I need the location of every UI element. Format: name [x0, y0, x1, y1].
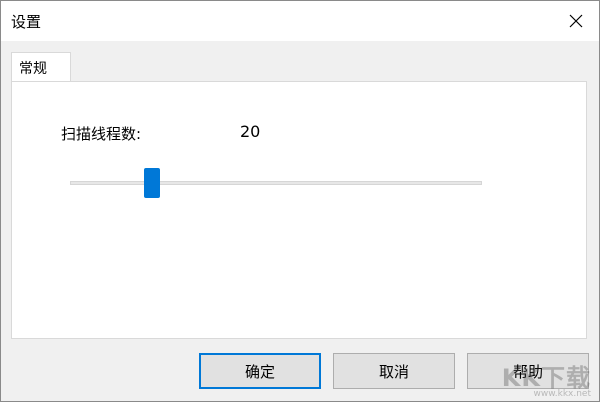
- tab-general[interactable]: 常规: [11, 52, 71, 82]
- slider-track[interactable]: [70, 181, 482, 185]
- scan-threads-label: 扫描线程数:: [61, 125, 142, 143]
- cancel-button-label: 取消: [378, 362, 409, 381]
- slider-thumb[interactable]: [144, 168, 160, 198]
- cancel-button[interactable]: 取消: [333, 353, 455, 389]
- scan-threads-slider[interactable]: [70, 168, 482, 198]
- general-tab-page: 扫描线程数: 20: [11, 81, 587, 339]
- title-bar[interactable]: 设置: [1, 1, 599, 41]
- close-icon: [569, 14, 583, 28]
- watermark-logo: KK下载 www.kkx.net: [502, 358, 591, 399]
- close-button[interactable]: [553, 1, 599, 41]
- tab-general-label: 常规: [19, 60, 47, 77]
- watermark-text: KK下载: [501, 364, 591, 392]
- ok-button-label: 确定: [244, 362, 275, 381]
- window-title: 设置: [11, 13, 42, 31]
- ok-button[interactable]: 确定: [199, 353, 321, 389]
- settings-dialog: 设置 常规 扫描线程数: 20 确定 取消 帮助 KK下载 www.kkx.ne…: [0, 0, 600, 402]
- scan-threads-value: 20: [240, 122, 261, 141]
